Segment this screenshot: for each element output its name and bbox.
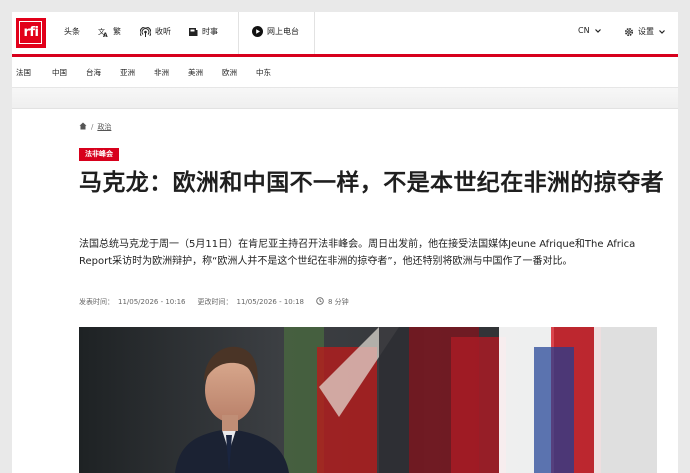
nav-listen[interactable]: 收听 [140, 26, 171, 37]
gear-icon [624, 27, 634, 37]
updated-label: 更改时间： [197, 298, 233, 306]
article-title: 马克龙：欧洲和中国不一样，不是本世纪在非洲的掠夺者 [79, 170, 664, 196]
live-radio-label: 网上电台 [267, 27, 299, 36]
nav-divider [314, 12, 315, 54]
edition-label: CN [578, 26, 590, 35]
region-item[interactable]: 法国 [16, 67, 31, 78]
rfi-logo[interactable]: rfi [16, 18, 46, 48]
read-time: 8 分钟 [328, 298, 349, 306]
region-item[interactable]: 亚洲 [120, 67, 135, 78]
nav-headlines[interactable]: 头条 [64, 26, 80, 37]
region-item[interactable]: 欧洲 [222, 67, 237, 78]
published-time: 11/05/2026 - 10:16 [118, 298, 186, 306]
settings-label: 设置 [638, 27, 654, 36]
news-label: 时事 [202, 27, 218, 36]
topic-tag[interactable]: 法非峰会 [79, 148, 119, 161]
nav-news[interactable]: 时事 [188, 26, 218, 37]
article-meta: 发表时间： 11/05/2026 - 10:16 更改时间： 11/05/202… [79, 297, 349, 307]
breadcrumb-separator: / [91, 123, 94, 131]
nav-live-radio[interactable]: 网上电台 [252, 26, 299, 37]
published-label: 发表时间： [79, 298, 114, 306]
svg-text:A: A [103, 32, 108, 37]
translate-icon: 文A [98, 27, 109, 37]
region-item[interactable]: 美洲 [188, 67, 203, 78]
chevron-down-icon [594, 28, 602, 34]
breadcrumb: / 政治 [79, 122, 111, 132]
lang-toggle-label: 繁 [113, 27, 121, 36]
home-icon[interactable] [79, 122, 87, 132]
region-item[interactable]: 台海 [86, 67, 101, 78]
ad-placeholder-strip [12, 88, 678, 109]
nav-lang-toggle[interactable]: 文A 繁 [98, 26, 121, 37]
listen-label: 收听 [155, 27, 171, 36]
article-lead: 法国总统马克龙于周一（5月11日）在肯尼亚主持召开法非峰会。周日出发前，他在接受… [79, 239, 636, 267]
nav-headlines-label: 头条 [64, 27, 80, 36]
nav-divider [238, 12, 239, 54]
region-item[interactable]: 中东 [256, 67, 271, 78]
page: rfi 头条 文A 繁 收听 时事 网上电台 CN 设置 法国 中国 台海 亚洲… [12, 12, 678, 473]
region-item[interactable]: 非洲 [154, 67, 169, 78]
play-icon [252, 26, 263, 37]
region-nav: 法国 中国 台海 亚洲 非洲 美洲 欧洲 中东 [12, 57, 678, 88]
podcast-icon [140, 26, 151, 37]
breadcrumb-section-link[interactable]: 政治 [97, 122, 111, 132]
top-navigation-bar: rfi 头条 文A 繁 收听 时事 网上电台 CN 设置 [12, 12, 678, 54]
settings-menu[interactable]: 设置 [624, 26, 666, 37]
edition-selector[interactable]: CN [578, 26, 602, 35]
region-item[interactable]: 中国 [52, 67, 67, 78]
chevron-down-icon [658, 29, 666, 35]
updated-time: 11/05/2026 - 10:18 [236, 298, 305, 306]
newspaper-icon [188, 27, 198, 37]
article-hero-image [79, 327, 657, 473]
clock-icon [316, 297, 324, 307]
